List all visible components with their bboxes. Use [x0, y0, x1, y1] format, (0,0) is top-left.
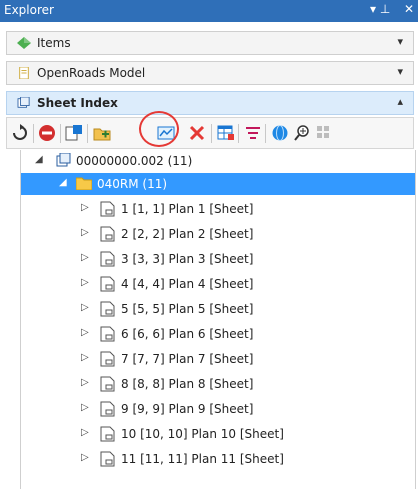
toolbar-separator: [60, 124, 61, 143]
sheet-index-toolbar: [6, 117, 414, 149]
no-entry-icon[interactable]: [38, 124, 56, 142]
pane-items[interactable]: Items ▾: [6, 31, 414, 55]
pane-sheet-index[interactable]: Sheet Index ▴: [6, 91, 414, 115]
sheet-row[interactable]: ▷ 7 [7, 7] Plan 7 [Sheet]: [21, 348, 415, 370]
window-title: Explorer: [4, 3, 54, 17]
document-icon: [19, 67, 29, 79]
collapsed-arrow-icon[interactable]: ▷: [81, 452, 89, 463]
delete-icon[interactable]: [188, 124, 206, 142]
sheet-icon: [100, 376, 115, 392]
pane-openroads-model[interactable]: OpenRoads Model ▾: [6, 61, 414, 85]
sheet-row-label: 3 [3, 3] Plan 3 [Sheet]: [121, 252, 254, 266]
toolbar-separator: [265, 124, 266, 143]
collapsed-arrow-icon[interactable]: ▷: [81, 427, 89, 438]
explorer-title-bar: Explorer ▾ ⊥ ✕: [0, 0, 418, 22]
sheet-row-label: 9 [9, 9] Plan 9 [Sheet]: [121, 402, 254, 416]
sheet-row[interactable]: ▷ 11 [11, 11] Plan 11 [Sheet]: [21, 448, 415, 470]
sheet-row[interactable]: ▷ 8 [8, 8] Plan 8 [Sheet]: [21, 373, 415, 395]
sheet-icon: [100, 326, 115, 342]
sheet-row[interactable]: ▷ 4 [4, 4] Plan 4 [Sheet]: [21, 273, 415, 295]
toolbar-separator: [238, 124, 239, 143]
sheet-icon: [100, 401, 115, 417]
sheet-icon: [100, 251, 115, 267]
sheet-row[interactable]: ▷ 9 [9, 9] Plan 9 [Sheet]: [21, 398, 415, 420]
add-folder-icon[interactable]: [93, 124, 111, 142]
sheet-row[interactable]: ▷ 2 [2, 2] Plan 2 [Sheet]: [21, 223, 415, 245]
sheet-row-label: 5 [5, 5] Plan 5 [Sheet]: [121, 302, 254, 316]
tree-root-node[interactable]: ◢ 00000000.002 (11): [21, 150, 415, 172]
sheet-row-label: 11 [11, 11] Plan 11 [Sheet]: [121, 452, 284, 466]
pane-openroads-model-label: OpenRoads Model: [37, 66, 146, 80]
sheet-row[interactable]: ▷ 1 [1, 1] Plan 1 [Sheet]: [21, 198, 415, 220]
sheet-icon: [100, 226, 115, 242]
grid-icon[interactable]: [315, 124, 333, 142]
collapsed-arrow-icon[interactable]: ▷: [81, 202, 89, 213]
sheet-icon: [100, 451, 115, 467]
collapsed-arrow-icon[interactable]: ▷: [81, 377, 89, 388]
collapsed-arrow-icon[interactable]: ▷: [81, 302, 89, 313]
sheet-row-label: 4 [4, 4] Plan 4 [Sheet]: [121, 277, 254, 291]
chevron-down-icon[interactable]: ▾: [397, 35, 403, 48]
table-icon[interactable]: [217, 124, 235, 142]
toolbar-separator: [87, 124, 88, 143]
toolbar-separator: [33, 124, 34, 143]
sheet-row-label: 8 [8, 8] Plan 8 [Sheet]: [121, 377, 254, 391]
collapsed-arrow-icon[interactable]: ▷: [81, 327, 89, 338]
tree-folder-node[interactable]: ◢ 040RM (11): [21, 173, 415, 195]
pane-sheet-index-label: Sheet Index: [37, 96, 118, 110]
collapsed-arrow-icon[interactable]: ▷: [81, 227, 89, 238]
collapsed-arrow-icon[interactable]: ▷: [81, 252, 89, 263]
sheet-icon: [100, 201, 115, 217]
sheet-icon: [100, 426, 115, 442]
tree-root-label: 00000000.002 (11): [76, 154, 193, 168]
sheet-row-label: 6 [6, 6] Plan 6 [Sheet]: [121, 327, 254, 341]
globe-icon[interactable]: [271, 124, 289, 142]
expanded-arrow-icon[interactable]: ◢: [59, 177, 67, 188]
sheet-index-tree: ◢ 00000000.002 (11) ◢ 040RM (11) ▷ 1 [1, …: [20, 150, 416, 489]
filter-icon[interactable]: [244, 124, 262, 142]
sheet-row-label: 7 [7, 7] Plan 7 [Sheet]: [121, 352, 254, 366]
expanded-arrow-icon[interactable]: ◢: [35, 154, 43, 165]
sheet-index-icon: [17, 97, 30, 108]
sheet-row[interactable]: ▷ 10 [10, 10] Plan 10 [Sheet]: [21, 423, 415, 445]
sheet-row-label: 1 [1, 1] Plan 1 [Sheet]: [121, 202, 254, 216]
sheet-properties-icon[interactable]: [65, 124, 83, 142]
sheet-row-label: 2 [2, 2] Plan 2 [Sheet]: [121, 227, 254, 241]
sheet-index-icon: [56, 153, 71, 167]
tree-folder-label: 040RM (11): [97, 177, 168, 191]
pin-dropdown-button[interactable]: ▾ ⊥: [370, 2, 390, 16]
zoom-icon[interactable]: [293, 124, 311, 142]
sheet-icon: [100, 301, 115, 317]
sheet-row-label: 10 [10, 10] Plan 10 [Sheet]: [121, 427, 284, 441]
collapsed-arrow-icon[interactable]: ▷: [81, 402, 89, 413]
close-button[interactable]: ✕: [404, 2, 414, 16]
refresh-icon[interactable]: [11, 124, 29, 142]
sheet-icon: [100, 276, 115, 292]
sheet-row[interactable]: ▷ 5 [5, 5] Plan 5 [Sheet]: [21, 298, 415, 320]
folder-icon: [76, 177, 92, 190]
pane-items-label: Items: [37, 36, 71, 50]
chevron-down-icon[interactable]: ▾: [397, 65, 403, 78]
highlight-ring: [139, 111, 179, 147]
collapsed-arrow-icon[interactable]: ▷: [81, 352, 89, 363]
collapsed-arrow-icon[interactable]: ▷: [81, 277, 89, 288]
sheet-icon: [100, 351, 115, 367]
toolbar-separator: [211, 124, 212, 143]
chevron-up-icon[interactable]: ▴: [397, 95, 403, 108]
diamond-icon: [17, 37, 31, 49]
sheet-row[interactable]: ▷ 6 [6, 6] Plan 6 [Sheet]: [21, 323, 415, 345]
sheet-row[interactable]: ▷ 3 [3, 3] Plan 3 [Sheet]: [21, 248, 415, 270]
